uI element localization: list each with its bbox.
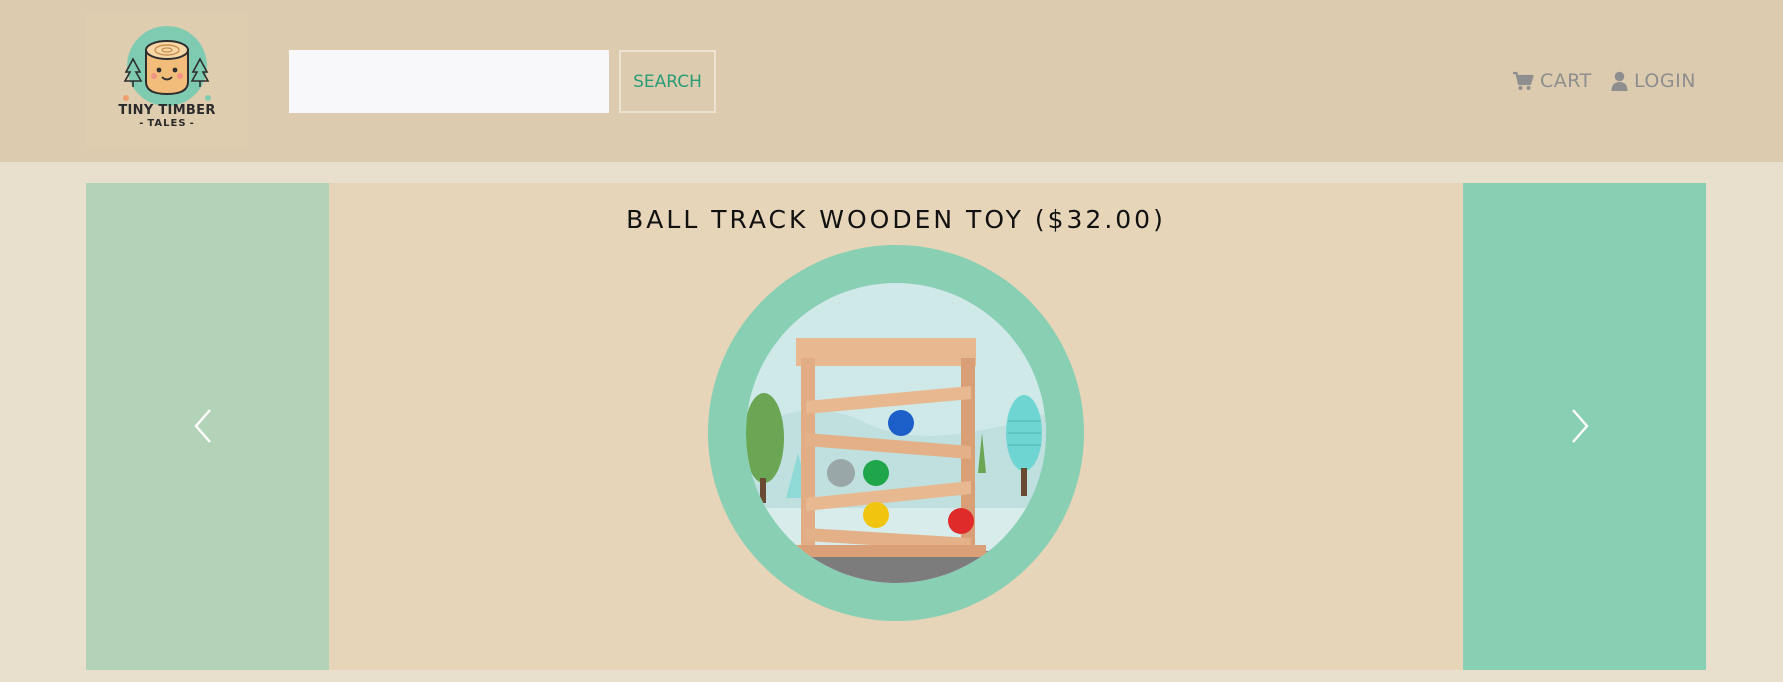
login-label: LOGIN	[1634, 70, 1696, 92]
chevron-right-icon	[1572, 409, 1589, 443]
search-button[interactable]: SEARCH	[619, 50, 716, 113]
brand-subname-text: TALES	[147, 118, 187, 129]
cart-icon	[1513, 71, 1534, 90]
search-input[interactable]	[289, 50, 609, 113]
ball-track-toy-illustration	[746, 283, 1046, 583]
brand-subname: - TALES -	[139, 118, 195, 129]
site-header: TINY TIMBER - TALES - SEARCH CART LOGIN	[0, 0, 1783, 162]
carousel-prev-button[interactable]	[86, 183, 329, 670]
brand-name: TINY TIMBER	[118, 103, 216, 118]
product-title: BALL TRACK WOODEN TOY ($32.00)	[626, 205, 1166, 234]
product-image[interactable]	[746, 283, 1046, 583]
cart-label: CART	[1540, 70, 1592, 92]
user-icon	[1611, 71, 1628, 91]
product-carousel: BALL TRACK WOODEN TOY ($32.00)	[86, 183, 1706, 670]
brand-logo[interactable]: TINY TIMBER - TALES -	[86, 14, 248, 148]
nav-login-link[interactable]: LOGIN	[1611, 68, 1696, 94]
carousel-next-button[interactable]	[1463, 183, 1706, 670]
nav-cart-link[interactable]: CART	[1512, 68, 1592, 94]
chevron-left-icon	[194, 409, 211, 443]
